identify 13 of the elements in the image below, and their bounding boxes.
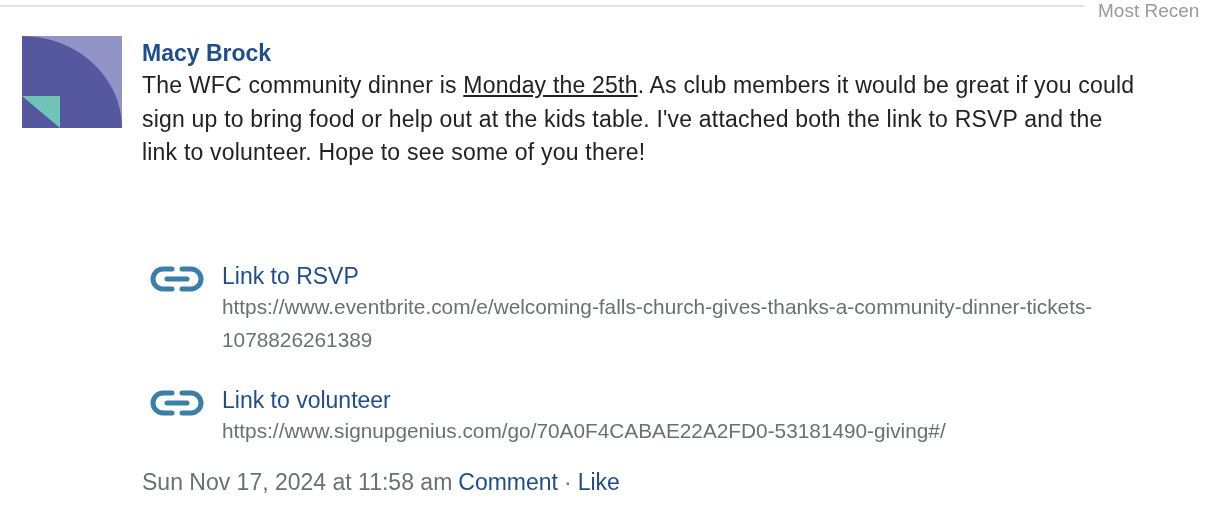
attachment-url: https://www.eventbrite.com/e/welcoming-falls-church-gives-thanks-a-community-dinner-tickets-1078826261389: [222, 293, 1094, 353]
sort-label: Most Recen: [1098, 0, 1200, 22]
attachment-link[interactable]: Link to volunteer: [222, 385, 1122, 414]
attachment-link[interactable]: Link to RSVP: [222, 261, 1122, 290]
attachment-url: https://www.signupgenius.com/go/70A0F4CABAE22A2FD0-53181490-giving#/: [222, 417, 947, 444]
separator: ·: [564, 468, 572, 496]
author-name[interactable]: Macy Brock: [142, 40, 1216, 67]
post-timestamp: Sun Nov 17, 2024 at 11:58 am: [142, 468, 453, 496]
post-text: The WFC community dinner is Monday the 25th. As club members it would be great if you could sign up to bring food or help out at the kids table. I've attached both the link to RSVP and the link to volunteer. Hope to see some of you there!: [142, 71, 1136, 167]
link-icon: [150, 389, 204, 416]
like-link[interactable]: Like: [577, 468, 620, 496]
comment-link[interactable]: Comment: [458, 468, 558, 496]
link-icon: [150, 265, 204, 292]
